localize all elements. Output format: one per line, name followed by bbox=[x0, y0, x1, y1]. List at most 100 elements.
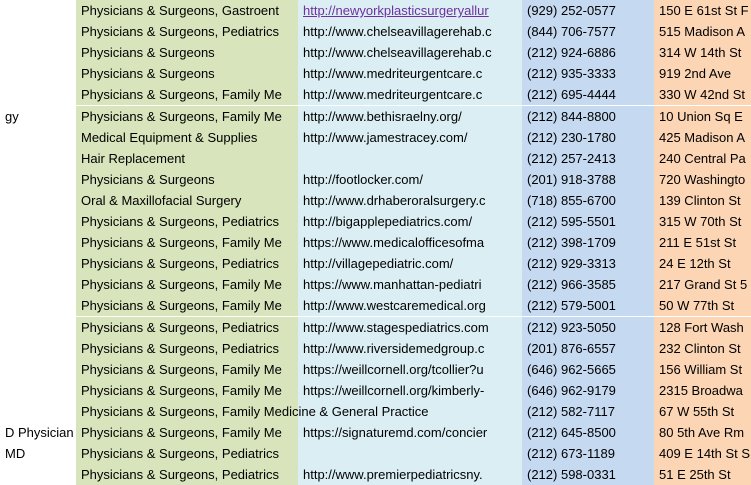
cell-website[interactable] bbox=[298, 148, 522, 169]
cell-name[interactable] bbox=[0, 232, 76, 253]
cell-name[interactable] bbox=[0, 464, 76, 485]
cell-name[interactable] bbox=[0, 359, 76, 380]
cell-category[interactable]: Physicians & Surgeons, Family Me bbox=[76, 274, 298, 295]
cell-website[interactable]: http://www.medriteurgentcare.c bbox=[298, 84, 522, 105]
cell-category[interactable]: Physicians & Surgeons, Gastroent bbox=[76, 0, 298, 21]
cell-phone[interactable]: (844) 706-7577 bbox=[522, 21, 654, 42]
cell-address[interactable]: 128 Fort Wash bbox=[654, 317, 751, 338]
cell-address[interactable]: 409 E 14th St S bbox=[654, 443, 751, 464]
cell-address[interactable]: 315 W 70th St bbox=[654, 211, 751, 232]
cell-phone[interactable]: (212) 923-5050 bbox=[522, 317, 654, 338]
cell-website[interactable]: http://www.drhaberoralsurgery.c bbox=[298, 190, 522, 211]
cell-category[interactable]: Physicians & Surgeons, Pediatrics bbox=[76, 464, 298, 485]
cell-phone[interactable]: (201) 876-6557 bbox=[522, 338, 654, 359]
cell-phone[interactable]: (212) 673-1189 bbox=[522, 443, 654, 464]
cell-category[interactable]: Physicians & Surgeons, Family Me bbox=[76, 232, 298, 253]
cell-website[interactable]: https://weillcornell.org/tcollier?u bbox=[298, 359, 522, 380]
cell-category[interactable]: Physicians & Surgeons, Family Me bbox=[76, 422, 298, 443]
cell-category[interactable]: Physicians & Surgeons bbox=[76, 42, 298, 63]
cell-website[interactable]: http://villagepediatric.com/ bbox=[298, 253, 522, 274]
cell-name[interactable] bbox=[0, 253, 76, 274]
cell-website[interactable] bbox=[298, 443, 522, 464]
cell-phone[interactable]: (212) 579-5001 bbox=[522, 295, 654, 316]
cell-address[interactable]: 720 Washingto bbox=[654, 169, 751, 190]
cell-website[interactable]: http://www.riversidemedgroup.c bbox=[298, 338, 522, 359]
cell-name[interactable] bbox=[0, 127, 76, 148]
cell-website[interactable]: http://www.jamestracey.com/ bbox=[298, 127, 522, 148]
cell-phone[interactable]: (212) 935-3333 bbox=[522, 63, 654, 84]
cell-phone[interactable]: (212) 966-3585 bbox=[522, 274, 654, 295]
cell-address[interactable]: 330 W 42nd St bbox=[654, 84, 751, 105]
cell-name[interactable] bbox=[0, 63, 76, 84]
cell-category[interactable]: Physicians & Surgeons, Family Me bbox=[76, 295, 298, 316]
cell-phone[interactable]: (212) 595-5501 bbox=[522, 211, 654, 232]
cell-category[interactable]: Oral & Maxillofacial Surgery bbox=[76, 190, 298, 211]
cell-category[interactable]: Physicians & Surgeons, Pediatrics bbox=[76, 317, 298, 338]
cell-website[interactable]: http://www.chelseavillagerehab.c bbox=[298, 42, 522, 63]
cell-address[interactable]: 51 E 25th St bbox=[654, 464, 751, 485]
cell-address[interactable]: 314 W 14th St bbox=[654, 42, 751, 63]
cell-website[interactable]: http://newyorkplasticsurgeryallur bbox=[298, 0, 522, 21]
cell-category[interactable]: Physicians & Surgeons, Family Me bbox=[76, 84, 298, 105]
cell-phone[interactable]: (201) 918-3788 bbox=[522, 169, 654, 190]
cell-name[interactable] bbox=[0, 148, 76, 169]
cell-website[interactable]: http://www.premierpediatricsny. bbox=[298, 464, 522, 485]
cell-phone[interactable]: (212) 230-1780 bbox=[522, 127, 654, 148]
cell-name[interactable] bbox=[0, 338, 76, 359]
cell-name[interactable] bbox=[0, 21, 76, 42]
cell-website[interactable]: http://bigapplepediatrics.com/ bbox=[298, 211, 522, 232]
cell-name[interactable]: gy bbox=[0, 106, 76, 127]
cell-name[interactable] bbox=[0, 380, 76, 401]
cell-category[interactable]: Physicians & Surgeons, Family Me bbox=[76, 106, 298, 127]
cell-category[interactable]: Physicians & Surgeons, Pediatrics bbox=[76, 253, 298, 274]
cell-address[interactable]: 240 Central Pa bbox=[654, 148, 751, 169]
cell-phone[interactable]: (929) 252-0577 bbox=[522, 0, 654, 21]
cell-name[interactable] bbox=[0, 274, 76, 295]
cell-phone[interactable]: (718) 855-6700 bbox=[522, 190, 654, 211]
cell-category[interactable]: Physicians & Surgeons, Pediatrics bbox=[76, 443, 298, 464]
cell-category[interactable]: Physicians & Surgeons, Family Medicine &… bbox=[76, 401, 526, 422]
cell-address[interactable]: 24 E 12th St bbox=[654, 253, 751, 274]
cell-address[interactable]: 50 W 77th St bbox=[654, 295, 751, 316]
cell-address[interactable]: 80 5th Ave Rm bbox=[654, 422, 751, 443]
cell-phone[interactable]: (212) 645-8500 bbox=[522, 422, 654, 443]
cell-category[interactable]: Physicians & Surgeons, Family Me bbox=[76, 380, 298, 401]
cell-name[interactable] bbox=[0, 295, 76, 316]
cell-address[interactable]: 211 E 51st St bbox=[654, 232, 751, 253]
cell-address[interactable]: 232 Clinton St bbox=[654, 338, 751, 359]
cell-website[interactable]: http://www.stagespediatrics.com bbox=[298, 317, 522, 338]
cell-website[interactable]: http://www.medriteurgentcare.c bbox=[298, 63, 522, 84]
cell-category[interactable]: Physicians & Surgeons, Pediatrics bbox=[76, 211, 298, 232]
cell-phone[interactable]: (212) 257-2413 bbox=[522, 148, 654, 169]
cell-category[interactable]: Hair Replacement bbox=[76, 148, 298, 169]
cell-website[interactable]: http://www.bethisraelny.org/ bbox=[298, 106, 522, 127]
cell-phone[interactable]: (212) 695-4444 bbox=[522, 84, 654, 105]
cell-category[interactable]: Physicians & Surgeons, Pediatrics bbox=[76, 21, 298, 42]
cell-category[interactable]: Physicians & Surgeons, Pediatrics bbox=[76, 338, 298, 359]
cell-address[interactable]: 150 E 61st St F bbox=[654, 0, 751, 21]
cell-address[interactable]: 919 2nd Ave bbox=[654, 63, 751, 84]
cell-name[interactable] bbox=[0, 211, 76, 232]
cell-phone[interactable]: (212) 398-1709 bbox=[522, 232, 654, 253]
cell-name[interactable] bbox=[0, 401, 76, 422]
cell-address[interactable]: 67 W 55th St bbox=[654, 401, 751, 422]
cell-address[interactable]: 139 Clinton St bbox=[654, 190, 751, 211]
cell-phone[interactable]: (212) 929-3313 bbox=[522, 253, 654, 274]
cell-phone[interactable]: (212) 598-0331 bbox=[522, 464, 654, 485]
cell-name[interactable]: MD bbox=[0, 443, 76, 464]
cell-name[interactable] bbox=[0, 42, 76, 63]
cell-website[interactable]: http://footlocker.com/ bbox=[298, 169, 522, 190]
cell-name[interactable] bbox=[0, 317, 76, 338]
cell-phone[interactable]: (212) 924-6886 bbox=[522, 42, 654, 63]
cell-category[interactable]: Physicians & Surgeons bbox=[76, 169, 298, 190]
cell-address[interactable]: 2315 Broadwa bbox=[654, 380, 751, 401]
cell-name[interactable] bbox=[0, 84, 76, 105]
cell-address[interactable]: 156 William St bbox=[654, 359, 751, 380]
cell-website[interactable]: https://signaturemd.com/concier bbox=[298, 422, 522, 443]
cell-phone[interactable]: (646) 962-9179 bbox=[522, 380, 654, 401]
cell-address[interactable]: 217 Grand St 5 bbox=[654, 274, 751, 295]
cell-category[interactable]: Physicians & Surgeons bbox=[76, 63, 298, 84]
cell-website[interactable]: https://weillcornell.org/kimberly- bbox=[298, 380, 522, 401]
cell-name[interactable]: D Physician bbox=[0, 422, 76, 443]
cell-name[interactable] bbox=[0, 190, 76, 211]
